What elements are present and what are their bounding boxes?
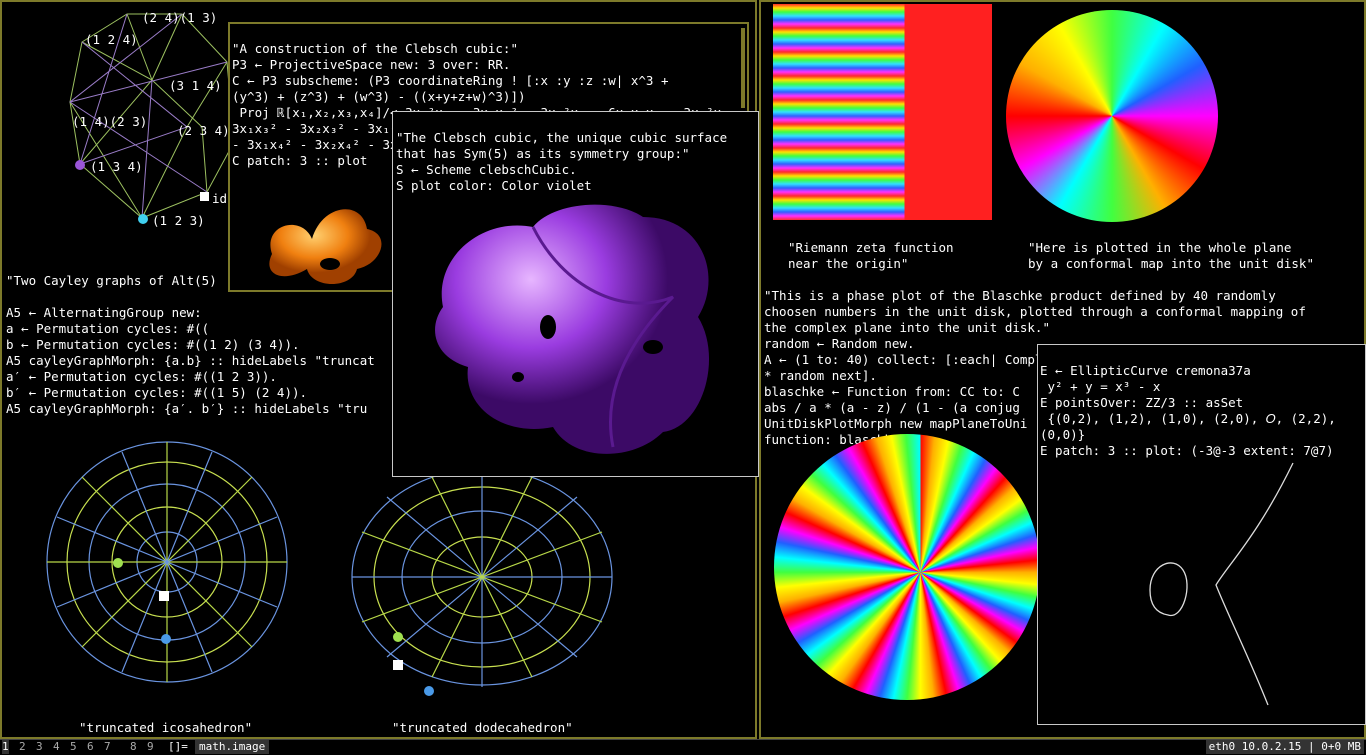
workspace-4[interactable]: 4 (53, 740, 60, 754)
cayley-label-3: (1 4)(2 3) (72, 114, 148, 129)
icosa-vertex-white (159, 591, 169, 601)
cayley-label-1: (1 2 4) (85, 32, 138, 47)
zeta-caption-1: near the origin" (788, 256, 909, 271)
blaschke-line-1: choosen numbers in the unit disk, plotte… (764, 304, 1306, 319)
window-title: math.image (195, 740, 270, 754)
elliptic-line-1: y² + y = x³ - x (1040, 379, 1161, 394)
cayley-line-4: b ← Permutation cycles: #((1 2) (3 4)). (6, 337, 300, 352)
workspace-2[interactable]: 2 (19, 740, 26, 754)
sym5-line-3: S plot color: Color violet (396, 178, 592, 193)
cayley-label-4: (2 3 4) (177, 123, 230, 138)
workspace-8[interactable]: 8 (130, 740, 137, 754)
elliptic-text[interactable]: E ← EllipticCurve cremona37a y² + y = x³… (1040, 347, 1336, 459)
truncated-dodecahedron-graph (351, 467, 613, 687)
disk-caption-1: by a conformal map into the unit disk" (1028, 256, 1314, 271)
construction-line-2: C ← P3 subscheme: (P3 coordinateRing ! [… (232, 73, 669, 88)
construction-line-1: P3 ← ProjectiveSpace new: 3 over: RR. (232, 57, 511, 72)
icosa-vertex-green (113, 558, 123, 568)
sym5-line-1: that has Sym(5) as its symmetry group:" (396, 146, 690, 161)
cayley-line-2: A5 ← AlternatingGroup new: (6, 305, 202, 320)
zeta-caption-0: "Riemann zeta function (788, 240, 954, 255)
clebsch-sym5-text[interactable]: "The Clebsch cubic, the unique cubic sur… (396, 114, 727, 194)
cayley-line-3: a ← Permutation cycles: #(( (6, 321, 210, 336)
icosa-vertex-blue (161, 634, 171, 644)
workspace-7[interactable]: 7 (104, 740, 111, 754)
construction-line-0: "A construction of the Clebsch cubic:" (232, 41, 518, 56)
workspace-3[interactable]: 3 (36, 740, 43, 754)
disk-caption: "Here is plotted in the whole plane by a … (1028, 224, 1314, 272)
disk-caption-0: "Here is plotted in the whole plane (1028, 240, 1292, 255)
cayley-line-7: b′ ← Permutation cycles: #((1 5) (2 4)). (6, 385, 308, 400)
cayley-line-6: a′ ← Permutation cycles: #((1 2 3)). (6, 369, 277, 384)
vertex-cyan (138, 214, 148, 224)
elliptic-line-3: {(0,2), (1,2), (1,0), (2,0), 𝑂, (2,2), (1040, 411, 1336, 426)
workspace-5[interactable]: 5 (70, 740, 77, 754)
vertex-identity (200, 192, 209, 201)
vertex-violet (75, 160, 85, 170)
caption-dodecahedron: "truncated dodecahedron" (392, 720, 573, 735)
layout-indicator[interactable]: []= (168, 740, 188, 754)
disk-zeta-plot (1006, 10, 1218, 222)
elliptic-curve-plot (1149, 462, 1294, 706)
violet-clebsch-plot (435, 204, 710, 454)
construction-line-3: (y^3) + (z^3) + (w^3) - ((x+y+z+w)^3)]) (232, 89, 526, 104)
sym5-line-0: "The Clebsch cubic, the unique cubic sur… (396, 130, 728, 145)
cayley-line-8: A5 cayleyGraphMorph: {a′. b′} :: hideLab… (6, 401, 368, 416)
workspace-9[interactable]: 9 (147, 740, 154, 754)
workspace-6[interactable]: 6 (87, 740, 94, 754)
truncated-icosahedron-graph (46, 441, 288, 683)
dodeca-vertex-white (393, 660, 403, 670)
elliptic-line-2: E pointsOver: ZZ/3 :: asSet (1040, 395, 1244, 410)
blaschke-line-2: the complex plane into the unit disk." (764, 320, 1050, 335)
workspace-1[interactable]: 1 (2, 740, 9, 754)
riemann-zeta-plot (773, 4, 992, 220)
elliptic-line-0: E ← EllipticCurve cremona37a (1040, 363, 1251, 378)
caption-icosahedron: "truncated icosahedron" (79, 720, 253, 735)
zeta-caption: "Riemann zeta function near the origin" (788, 224, 954, 272)
blaschke-disk-plot (774, 434, 1040, 700)
clebsch-sym5-window[interactable]: "The Clebsch cubic, the unique cubic sur… (392, 111, 759, 477)
sym5-line-2: S ← Scheme clebschCubic. (396, 162, 577, 177)
dodeca-vertex-green (393, 632, 403, 642)
elliptic-line-4: (0,0)} (1040, 427, 1086, 442)
blaschke-line-0: "This is a phase plot of the Blaschke pr… (764, 288, 1276, 303)
cayley-label-7: id (212, 191, 228, 206)
dodeca-vertex-blue (424, 686, 434, 696)
cayley-label-2: (3 1 4) (169, 78, 222, 93)
cayley-label-5: (1 3 4) (90, 159, 143, 174)
cayley-label-6: (1 2 3) (152, 213, 205, 228)
cayley-label-0: (2 4)(1 3) (142, 10, 218, 25)
orange-clebsch-plot (269, 209, 382, 284)
taskbar: 1 2 3 4 5 6 7 8 9 []= math.image eth0 10… (0, 739, 1366, 755)
scrollbar[interactable] (741, 28, 745, 108)
cayley-line-5: A5 cayleyGraphMorph: {a.b} :: hideLabels… (6, 353, 375, 368)
status-text: eth0 10.0.2.15 | 0+0 MB (1205, 740, 1364, 754)
elliptic-curve-window[interactable]: E ← EllipticCurve cremona37a y² + y = x³… (1037, 344, 1366, 725)
